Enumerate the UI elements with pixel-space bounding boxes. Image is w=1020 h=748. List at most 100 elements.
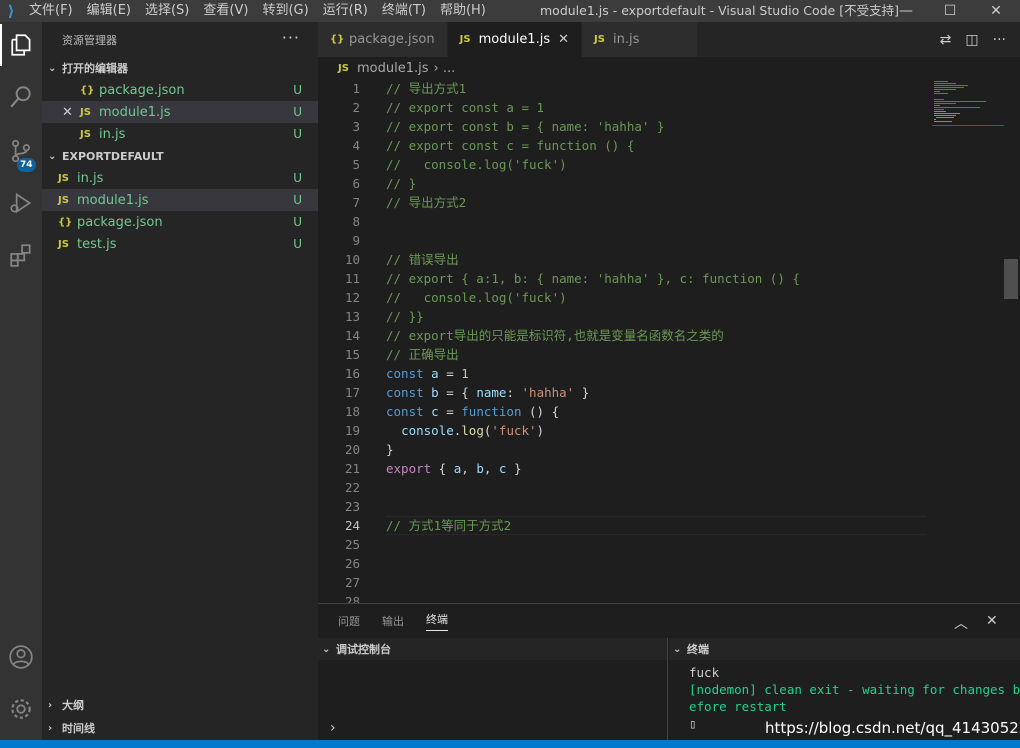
- breadcrumb-rest[interactable]: › ...: [434, 61, 456, 76]
- code-lines[interactable]: // 导出方式1// export const a = 1// export c…: [386, 79, 926, 603]
- folder-section[interactable]: ⌄ EXPORTDEFAULT: [42, 145, 318, 167]
- open-editor-item-package-json[interactable]: {} package.json U: [42, 79, 318, 101]
- open-editors-label: 打开的编辑器: [62, 62, 128, 75]
- tab-module1-js[interactable]: JS module1.js ✕: [447, 22, 583, 57]
- close-tab-icon[interactable]: ✕: [558, 32, 569, 47]
- code-line[interactable]: // export导出的只能是标识符,也就是变量名函数名之类的: [386, 326, 926, 345]
- terminal-line: efore restart: [689, 699, 787, 714]
- code-line[interactable]: // 导出方式1: [386, 79, 926, 98]
- explorer-header: 资源管理器 ···: [42, 22, 318, 57]
- more-actions-icon[interactable]: ···: [993, 32, 1006, 48]
- search-icon[interactable]: [0, 76, 42, 118]
- split-editor-icon[interactable]: ◫: [965, 32, 978, 48]
- code-line[interactable]: [386, 497, 926, 516]
- code-line[interactable]: const a = 1: [386, 364, 926, 383]
- code-line[interactable]: // console.log('fuck'): [386, 288, 926, 307]
- code-line[interactable]: console.log('fuck'): [386, 421, 926, 440]
- code-line[interactable]: // }: [386, 174, 926, 193]
- open-editors-section[interactable]: ⌄ 打开的编辑器: [42, 57, 318, 79]
- json-file-icon: {}: [58, 216, 73, 228]
- code-line[interactable]: // export const b = { name: 'hahha' }: [386, 117, 926, 136]
- account-icon[interactable]: [0, 636, 42, 678]
- menu-file[interactable]: 文件(F): [22, 0, 80, 22]
- code-line[interactable]: const b = { name: 'hahha' }: [386, 383, 926, 402]
- more-actions-icon[interactable]: ···: [282, 28, 300, 47]
- code-line[interactable]: // }}: [386, 307, 926, 326]
- code-line[interactable]: // 错误导出: [386, 250, 926, 269]
- menu-run[interactable]: 运行(R): [316, 0, 375, 22]
- menu-edit[interactable]: 编辑(E): [80, 0, 138, 22]
- maximize-panel-icon[interactable]: ︿: [954, 613, 968, 633]
- code-line[interactable]: [386, 535, 926, 554]
- menu-go[interactable]: 转到(G): [255, 0, 315, 22]
- code-line[interactable]: [386, 231, 926, 250]
- timeline-section[interactable]: › 时间线: [42, 717, 318, 739]
- tab-package-json[interactable]: {} package.json: [318, 22, 448, 57]
- code-line[interactable]: // export const c = function () {: [386, 136, 926, 155]
- close-panel-icon[interactable]: ✕: [986, 613, 998, 629]
- vertical-scrollbar[interactable]: [1004, 79, 1018, 603]
- code-line[interactable]: export { a, b, c }: [386, 459, 926, 478]
- menu-terminal[interactable]: 终端(T): [375, 0, 433, 22]
- file-item-test-js[interactable]: JS test.js U: [42, 233, 318, 255]
- close-editor-icon[interactable]: ✕: [62, 105, 73, 120]
- code-line[interactable]: // export { a:1, b: { name: 'hahha' }, c…: [386, 269, 926, 288]
- file-item-module1-js[interactable]: JS module1.js U: [42, 189, 318, 211]
- run-debug-icon[interactable]: [0, 182, 42, 224]
- file-label: test.js: [77, 236, 117, 252]
- code-line[interactable]: // 正确导出: [386, 345, 926, 364]
- console-prompt-icon[interactable]: ›: [330, 720, 336, 736]
- maximize-icon[interactable]: ☐: [928, 0, 972, 22]
- line-number: 11: [344, 271, 360, 286]
- scrollbar-thumb[interactable]: [1004, 259, 1018, 299]
- source-control-icon[interactable]: 74: [0, 130, 42, 172]
- menu-selection[interactable]: 选择(S): [138, 0, 196, 22]
- line-number: 5: [352, 157, 360, 172]
- code-line[interactable]: // console.log('fuck'): [386, 155, 926, 174]
- tab-output[interactable]: 输出: [382, 613, 404, 629]
- line-number: 10: [344, 252, 360, 267]
- explorer-icon[interactable]: [0, 24, 42, 66]
- terminal-header[interactable]: ⌄ 终端: [669, 638, 1020, 660]
- breadcrumb-file[interactable]: module1.js: [357, 61, 429, 76]
- untracked-status: U: [293, 171, 302, 185]
- code-editor[interactable]: 1 2 3 4 5 6 7 8 9 10 11 12 13 14 15 16 17 18 19 20 21 22 23 24 2…: [318, 79, 1020, 603]
- minimize-icon[interactable]: —: [884, 0, 928, 22]
- code-line[interactable]: [386, 212, 926, 231]
- settings-gear-icon[interactable]: [0, 688, 42, 730]
- file-label: package.json: [77, 214, 163, 230]
- debug-console-header[interactable]: ⌄ 调试控制台: [318, 638, 667, 660]
- file-item-package-json[interactable]: {} package.json U: [42, 211, 318, 233]
- chevron-right-icon: ›: [48, 722, 53, 734]
- terminal-label: 终端: [687, 643, 709, 656]
- close-window-icon[interactable]: ✕: [974, 0, 1018, 22]
- file-label: in.js: [77, 170, 104, 186]
- js-file-icon: JS: [58, 194, 69, 206]
- code-line[interactable]: }: [386, 440, 926, 459]
- menu-view[interactable]: 查看(V): [196, 0, 255, 22]
- minimap[interactable]: [932, 79, 1004, 129]
- js-file-icon: JS: [58, 238, 69, 250]
- compare-changes-icon[interactable]: ⇄: [940, 32, 952, 48]
- tab-problems[interactable]: 问题: [338, 613, 360, 629]
- code-line[interactable]: // 方式1等同于方式2: [386, 516, 926, 535]
- open-editor-item-module1-js[interactable]: ✕ JS module1.js U: [42, 101, 318, 123]
- tab-terminal[interactable]: 终端: [426, 611, 448, 631]
- untracked-status: U: [293, 237, 302, 251]
- tab-in-js[interactable]: JS in.js: [582, 22, 699, 57]
- extensions-icon[interactable]: [0, 234, 42, 276]
- code-line[interactable]: [386, 478, 926, 497]
- file-item-in-js[interactable]: JS in.js U: [42, 167, 318, 189]
- open-editor-item-in-js[interactable]: JS in.js U: [42, 123, 318, 145]
- menu-bar: 文件(F) 编辑(E) 选择(S) 查看(V) 转到(G) 运行(R) 终端(T…: [22, 0, 493, 22]
- code-line[interactable]: [386, 573, 926, 592]
- chevron-down-icon: ⌄: [322, 643, 331, 655]
- code-line[interactable]: // export const a = 1: [386, 98, 926, 117]
- code-line[interactable]: // 导出方式2: [386, 193, 926, 212]
- menu-help[interactable]: 帮助(H): [433, 0, 493, 22]
- code-line[interactable]: [386, 554, 926, 573]
- outline-label: 大纲: [62, 699, 84, 712]
- code-line[interactable]: const c = function () {: [386, 402, 926, 421]
- code-line[interactable]: [386, 592, 926, 603]
- outline-section[interactable]: › 大纲: [42, 694, 318, 716]
